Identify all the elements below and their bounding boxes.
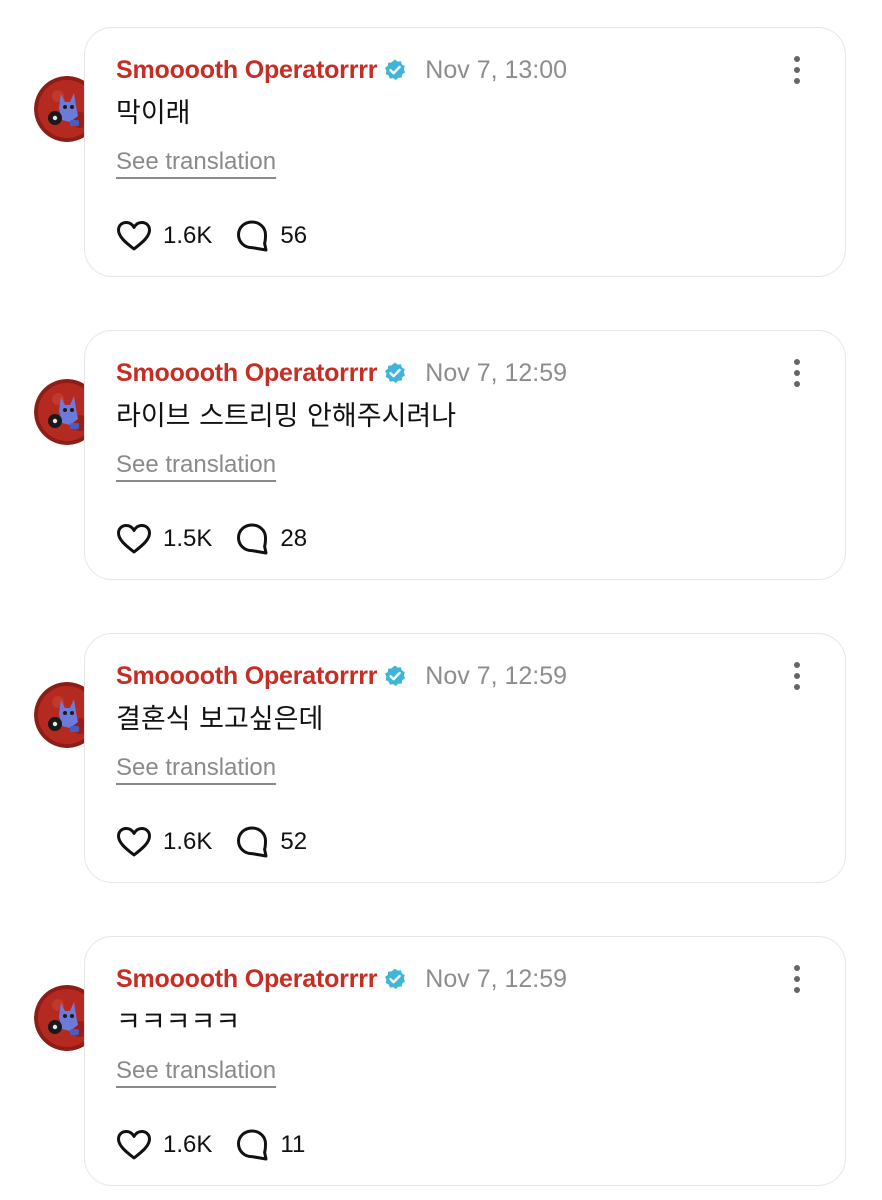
comment-button[interactable]: 11 [235,1128,305,1162]
heart-icon [116,220,152,252]
comment-button[interactable]: 56 [235,219,307,253]
comment-button[interactable]: 52 [235,825,307,859]
see-translation-link[interactable]: See translation [116,1057,276,1085]
post-header: Smooooth Operatorrrr Nov 7, 12:59 [116,355,567,391]
verified-badge-icon [383,967,407,991]
post-text: 막이래 [116,98,191,129]
post: Smooooth Operatorrrr Nov 7, 12:59 라이브 스트… [0,330,882,582]
see-translation-link[interactable]: See translation [116,148,276,176]
post-timestamp: Nov 7, 13:00 [425,55,568,84]
comment-count: 52 [280,828,308,855]
comment-count: 11 [280,1131,306,1158]
comment-count: 56 [280,222,308,249]
post-card[interactable]: Smooooth Operatorrrr Nov 7, 12:59 결혼식 보고… [84,633,846,883]
speech-bubble-icon [235,1128,269,1162]
like-button[interactable]: 1.6K [116,826,212,858]
like-count: 1.5K [163,525,213,552]
post-header: Smooooth Operatorrrr Nov 7, 12:59 [116,658,567,694]
post-actions: 1.6K 52 [116,822,307,862]
author-name[interactable]: Smooooth Operatorrrr [116,662,377,691]
see-translation-link[interactable]: See translation [116,451,276,479]
comment-count: 28 [280,525,308,552]
like-button[interactable]: 1.5K [116,523,212,555]
more-vertical-icon[interactable] [783,661,811,691]
post: Smooooth Operatorrrr Nov 7, 12:59 결혼식 보고… [0,633,882,885]
post-header: Smooooth Operatorrrr Nov 7, 13:00 [116,52,567,88]
post-card[interactable]: Smooooth Operatorrrr Nov 7, 13:00 막이래 Se… [84,27,846,277]
post-text: 결혼식 보고싶은데 [116,704,324,735]
like-button[interactable]: 1.6K [116,220,212,252]
author-name[interactable]: Smooooth Operatorrrr [116,965,377,994]
speech-bubble-icon [235,825,269,859]
post-actions: 1.6K 56 [116,216,307,256]
post: Smooooth Operatorrrr Nov 7, 12:59 ㅋㅋㅋㅋㅋ … [0,936,882,1188]
verified-badge-icon [383,361,407,385]
heart-icon [116,523,152,555]
like-count: 1.6K [163,1131,213,1158]
heart-icon [116,1129,152,1161]
heart-icon [116,826,152,858]
like-button[interactable]: 1.6K [116,1129,212,1161]
post-feed: Smooooth Operatorrrr Nov 7, 13:00 막이래 Se… [0,0,882,1200]
post-timestamp: Nov 7, 12:59 [425,358,568,387]
post-card[interactable]: Smooooth Operatorrrr Nov 7, 12:59 라이브 스트… [84,330,846,580]
like-count: 1.6K [163,222,213,249]
more-vertical-icon[interactable] [783,964,811,994]
post: Smooooth Operatorrrr Nov 7, 13:00 막이래 Se… [0,27,882,279]
more-vertical-icon[interactable] [783,358,811,388]
verified-badge-icon [383,664,407,688]
author-name[interactable]: Smooooth Operatorrrr [116,56,377,85]
more-vertical-icon[interactable] [783,55,811,85]
post-actions: 1.5K 28 [116,519,307,559]
speech-bubble-icon [235,522,269,556]
post-timestamp: Nov 7, 12:59 [425,661,568,690]
post-card[interactable]: Smooooth Operatorrrr Nov 7, 12:59 ㅋㅋㅋㅋㅋ … [84,936,846,1186]
like-count: 1.6K [163,828,213,855]
author-name[interactable]: Smooooth Operatorrrr [116,359,377,388]
post-header: Smooooth Operatorrrr Nov 7, 12:59 [116,961,567,997]
verified-badge-icon [383,58,407,82]
post-text: 라이브 스트리밍 안해주시려나 [116,401,457,432]
post-timestamp: Nov 7, 12:59 [425,964,568,993]
see-translation-link[interactable]: See translation [116,754,276,782]
comment-button[interactable]: 28 [235,522,307,556]
speech-bubble-icon [235,219,269,253]
post-actions: 1.6K 11 [116,1125,305,1165]
post-text: ㅋㅋㅋㅋㅋ [116,1007,241,1038]
